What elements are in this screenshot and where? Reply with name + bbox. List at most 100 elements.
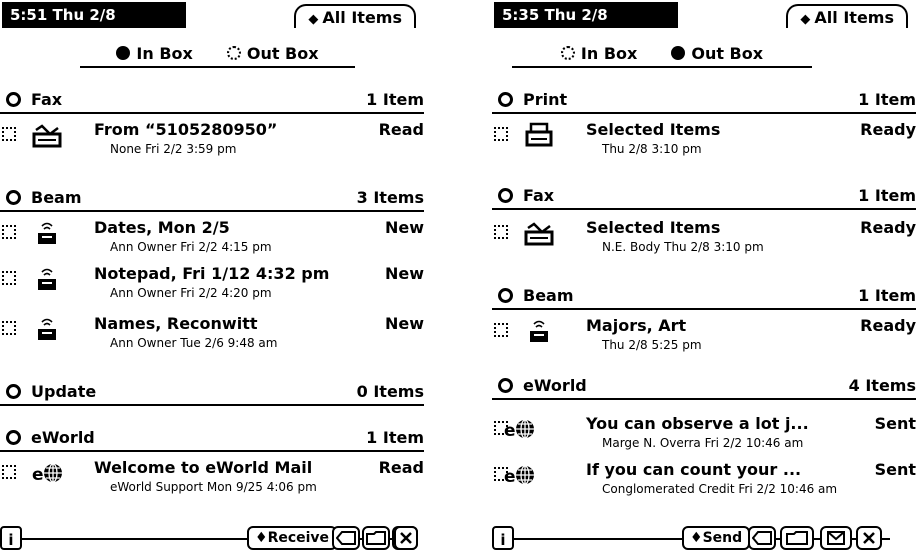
out-box-screen: 5:35 Thu 2/8 ◆ All Items In Box Out Box P…: [492, 0, 916, 557]
file-folder-button[interactable]: [362, 526, 390, 550]
checkbox[interactable]: [2, 225, 16, 239]
diamond-icon: ◆: [308, 12, 319, 27]
checkbox[interactable]: [2, 321, 16, 335]
svg-text:e: e: [504, 467, 516, 487]
list-item[interactable]: e You can observe a lot j... Marge N. Ov…: [492, 414, 916, 458]
clock: 5:51 Thu 2/8: [2, 2, 186, 28]
out-box-label: Out Box: [246, 43, 319, 63]
svg-text:e: e: [504, 421, 516, 441]
list-item[interactable]: Names, Reconwitt Ann Owner Tue 2/6 9:48 …: [0, 314, 424, 358]
item-subject: You can observe a lot j...: [586, 414, 809, 433]
checkbox[interactable]: [494, 323, 508, 337]
section-bullet-icon: [498, 287, 513, 303]
box-tabs: In Box Out Box: [512, 40, 812, 68]
section-header-fax[interactable]: Fax 1 Item: [492, 182, 916, 210]
item-subject: Welcome to eWorld Mail: [94, 458, 313, 477]
status-bar: 5:51 Thu 2/8 ◆ All Items: [0, 0, 424, 30]
item-meta: Ann Owner Fri 2/2 4:15 pm: [110, 240, 272, 254]
section-header-beam[interactable]: Beam 1 Item: [492, 282, 916, 310]
section-header-eworld[interactable]: eWorld 1 Item: [0, 424, 424, 452]
close-icon: [400, 532, 412, 544]
item-status: Ready: [860, 120, 916, 139]
section-bullet-icon: [6, 91, 21, 107]
diamond-icon: ♦: [255, 530, 268, 546]
out-box-radio[interactable]: Out Box: [226, 40, 319, 66]
printer-icon: [525, 122, 553, 147]
item-status: Read: [378, 120, 424, 139]
item-subject: If you can count your ...: [586, 460, 802, 479]
tag-icon: [336, 531, 356, 545]
section-bullet-icon: [6, 383, 21, 399]
checkbox[interactable]: [2, 271, 16, 285]
section-count: 4 Items: [848, 375, 916, 395]
checkbox[interactable]: [2, 465, 16, 479]
list-item[interactable]: e If you can count your ... Conglomerate…: [492, 460, 916, 504]
section-name: eWorld: [523, 375, 587, 395]
section-bullet-icon: [6, 429, 21, 445]
out-box-radio[interactable]: Out Box: [671, 40, 763, 66]
item-subject: Names, Reconwitt: [94, 314, 258, 333]
action-button[interactable]: [820, 526, 852, 550]
eworld-icon: e: [32, 463, 62, 485]
filter-tab[interactable]: ◆ All Items: [294, 4, 416, 28]
item-meta: Thu 2/8 5:25 pm: [602, 338, 702, 352]
filter-tab[interactable]: ◆ All Items: [786, 4, 908, 28]
send-button[interactable]: ♦Send: [682, 526, 751, 550]
in-box-label: In Box: [136, 43, 193, 63]
section-name: eWorld: [31, 427, 95, 447]
section-header-beam[interactable]: Beam 3 Items: [0, 184, 424, 212]
section-header-fax[interactable]: Fax 1 Item: [0, 86, 424, 114]
info-button[interactable]: i: [0, 526, 22, 550]
checkbox[interactable]: [2, 127, 16, 141]
tag-icon: [752, 531, 772, 545]
in-box-radio[interactable]: In Box: [116, 40, 193, 66]
out-box-label: Out Box: [691, 43, 764, 63]
close-button[interactable]: [394, 526, 418, 550]
radio-selected-icon: [671, 46, 686, 60]
item-meta: None Fri 2/2 3:59 pm: [110, 142, 237, 156]
fax-icon: [32, 124, 62, 148]
in-box-radio[interactable]: In Box: [560, 40, 637, 66]
command-bar: i ♦Receive: [0, 526, 424, 554]
section-name: Print: [523, 89, 568, 109]
list-item[interactable]: Selected Items Thu 2/8 3:10 pm Ready: [492, 120, 916, 164]
list-item[interactable]: Selected Items N.E. Body Thu 2/8 3:10 pm…: [492, 218, 916, 262]
file-folder-button[interactable]: [780, 526, 814, 550]
list-item[interactable]: Majors, Art Thu 2/8 5:25 pm Ready: [492, 316, 916, 360]
item-meta: Thu 2/8 3:10 pm: [602, 142, 702, 156]
item-subject: Majors, Art: [586, 316, 687, 335]
item-status: New: [384, 314, 424, 333]
list-item[interactable]: e Welcome to eWorld Mail eWorld Support …: [0, 458, 424, 502]
close-button[interactable]: [856, 526, 882, 550]
item-subject: Selected Items: [586, 218, 721, 237]
checkbox[interactable]: [494, 225, 508, 239]
section-name: Beam: [523, 285, 574, 305]
section-name: Update: [31, 381, 97, 401]
folder-icon: [786, 531, 808, 545]
receive-label: Receive: [267, 530, 330, 546]
beam-icon: [38, 318, 56, 340]
tag-button[interactable]: [748, 526, 776, 550]
list-item[interactable]: Notepad, Fri 1/12 4:32 pm Ann Owner Fri …: [0, 264, 424, 308]
list-item[interactable]: From “5105280950” None Fri 2/2 3:59 pm R…: [0, 120, 424, 164]
info-button[interactable]: i: [492, 526, 514, 550]
checkbox[interactable]: [494, 127, 508, 141]
item-meta: Ann Owner Tue 2/6 9:48 am: [110, 336, 278, 350]
section-header-print[interactable]: Print 1 Item: [492, 86, 916, 114]
item-status: New: [384, 218, 424, 237]
list-item[interactable]: Dates, Mon 2/5 Ann Owner Fri 2/2 4:15 pm…: [0, 218, 424, 262]
diamond-icon: ♦: [690, 530, 703, 546]
beam-icon: [38, 222, 56, 244]
tag-button[interactable]: [332, 526, 360, 550]
section-header-eworld[interactable]: eWorld 4 Items: [492, 372, 916, 400]
item-meta: N.E. Body Thu 2/8 3:10 pm: [602, 240, 764, 254]
section-count: 1 Item: [858, 285, 916, 305]
section-header-update[interactable]: Update 0 Items: [0, 378, 424, 406]
receive-button[interactable]: ♦Receive: [247, 526, 338, 550]
item-status: Sent: [874, 414, 916, 433]
fax-icon: [524, 222, 554, 246]
eworld-icon: e: [504, 465, 534, 487]
item-status: New: [384, 264, 424, 283]
beam-icon: [530, 320, 548, 342]
diamond-icon: ◆: [800, 12, 811, 27]
